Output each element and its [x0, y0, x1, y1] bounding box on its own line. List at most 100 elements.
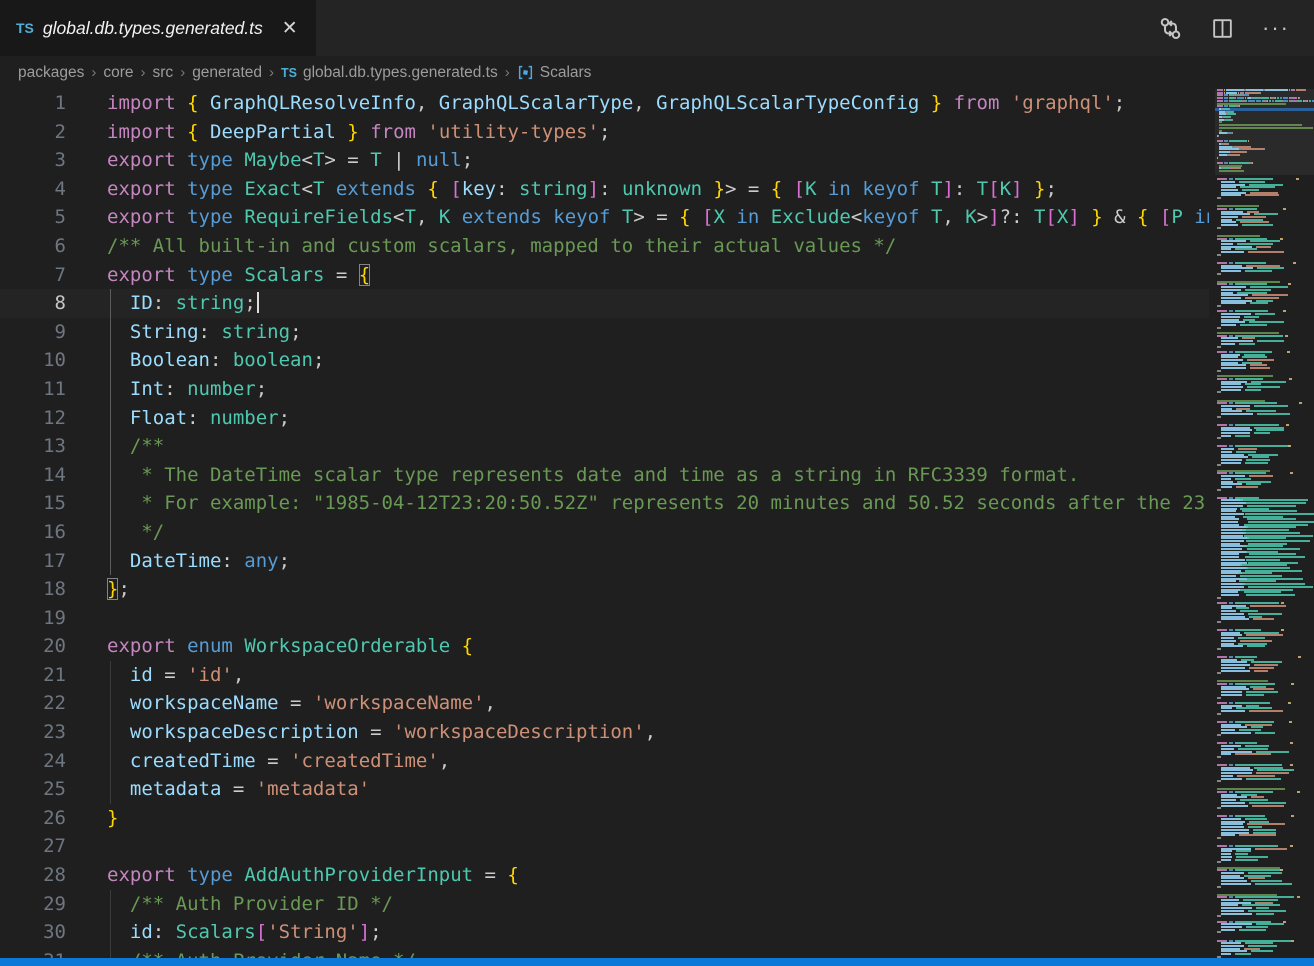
code-line[interactable]: 7export type Scalars = { [0, 261, 1209, 290]
code-token: > [977, 206, 988, 228]
close-icon[interactable]: ✕ [282, 19, 298, 38]
code-line[interactable]: 24 createdTime = 'createdTime', [0, 747, 1209, 776]
code-token: ] [1068, 206, 1079, 228]
code-line[interactable]: 13 /** [0, 432, 1209, 461]
code-line[interactable]: 14 * The DateTime scalar type represents… [0, 461, 1209, 490]
code-line[interactable]: 18}; [0, 575, 1209, 604]
code-token: workspaceDescription [130, 721, 359, 743]
breadcrumb-label: core [103, 64, 133, 82]
code-token: [ [988, 178, 999, 200]
code-text: }; [107, 575, 130, 604]
chevron-right-icon: › [505, 64, 510, 81]
code-line[interactable]: 9 String: string; [0, 318, 1209, 347]
code-token: : [599, 178, 622, 200]
code-token: /** [130, 435, 164, 457]
code-text: workspaceName = 'workspaceName', [107, 689, 496, 718]
symbol-type-icon [517, 64, 534, 81]
chevron-right-icon: › [141, 64, 146, 81]
code-line[interactable]: 2import { DeepPartial } from 'utility-ty… [0, 118, 1209, 147]
code-line[interactable]: 17 DateTime: any; [0, 547, 1209, 576]
code-text: Int: number; [107, 375, 267, 404]
code-line[interactable]: 22 workspaceName = 'workspaceName', [0, 689, 1209, 718]
tab-bar: TS global.db.types.generated.ts ✕ [0, 0, 1314, 56]
code-token: ; [244, 292, 255, 314]
code-line[interactable]: 21 id = 'id', [0, 661, 1209, 690]
more-actions-icon[interactable]: ··· [1262, 23, 1290, 33]
code-text: Boolean: boolean; [107, 346, 324, 375]
line-number: 10 [0, 346, 66, 375]
code-token: type [187, 178, 233, 200]
code-token: K [439, 206, 450, 228]
compare-changes-icon[interactable] [1158, 16, 1183, 41]
code-token: string [221, 321, 290, 343]
code-line[interactable]: 28export type AddAuthProviderInput = { [0, 861, 1209, 890]
code-line[interactable]: 29 /** Auth Provider ID */ [0, 890, 1209, 919]
code-token [199, 121, 210, 143]
code-token [942, 92, 953, 114]
breadcrumb-item-core[interactable]: core [103, 64, 133, 82]
code-token [233, 149, 244, 171]
minimap[interactable] [1215, 89, 1314, 966]
code-token: } [1034, 178, 1045, 200]
code-token: createdTime [130, 750, 256, 772]
code-line[interactable]: 15 * For example: "1985-04-12T23:20:50.5… [0, 489, 1209, 518]
code-token: { [462, 635, 473, 657]
code-line[interactable]: 20export enum WorkspaceOrderable { [0, 632, 1209, 661]
code-token: enum [187, 635, 233, 657]
indent-guide [110, 661, 111, 690]
code-token: , [942, 206, 965, 228]
code-line[interactable]: 11 Int: number; [0, 375, 1209, 404]
vscode-window: TS global.db.types.generated.ts ✕ [0, 0, 1314, 966]
code-line[interactable]: 3export type Maybe<T> = T | null; [0, 146, 1209, 175]
indent-guide [110, 432, 111, 461]
breadcrumb-item-packages[interactable]: packages [18, 64, 84, 82]
code-token: ; [118, 578, 129, 600]
code-text: /** All built-in and custom scalars, map… [107, 232, 896, 261]
code-token: < [302, 178, 313, 200]
code-token [233, 178, 244, 200]
breadcrumb-item-src[interactable]: src [153, 64, 174, 82]
indent-guide [110, 289, 111, 318]
code-text: } [107, 804, 118, 833]
code-token: id [130, 664, 153, 686]
code-token: , [233, 664, 244, 686]
code-line[interactable]: 19 [0, 604, 1209, 633]
code-line[interactable]: 30 id: Scalars['String']; [0, 918, 1209, 947]
code-token [176, 149, 187, 171]
breadcrumb-label: generated [192, 64, 262, 82]
indent-guide [110, 404, 111, 433]
code-token: < [851, 206, 862, 228]
breadcrumb-item-scalars[interactable]: Scalars [517, 64, 592, 82]
code-editor[interactable]: 1import { GraphQLResolveInfo, GraphQLSca… [0, 89, 1209, 966]
line-number: 3 [0, 146, 66, 175]
split-editor-icon[interactable] [1211, 17, 1234, 40]
indent-guide [110, 461, 111, 490]
breadcrumb-item-global-db-types-generated-ts[interactable]: TSglobal.db.types.generated.ts [281, 64, 498, 82]
code-line[interactable]: 27 [0, 832, 1209, 861]
code-line[interactable]: 16 */ [0, 518, 1209, 547]
code-line[interactable]: 5export type RequireFields<T, K extends … [0, 203, 1209, 232]
code-line[interactable]: 6/** All built-in and custom scalars, ma… [0, 232, 1209, 261]
code-token: 'utility-types' [427, 121, 599, 143]
code-token: export [107, 864, 176, 886]
code-token: key [462, 178, 496, 200]
code-token [691, 206, 702, 228]
code-line[interactable]: 8 ID: string; [0, 289, 1209, 318]
tab-global-db-types[interactable]: TS global.db.types.generated.ts ✕ [0, 0, 316, 56]
code-token: : [153, 921, 176, 943]
indent-guide [110, 918, 111, 947]
code-line[interactable]: 23 workspaceDescription = 'workspaceDesc… [0, 718, 1209, 747]
breadcrumb-item-generated[interactable]: generated [192, 64, 262, 82]
code-token [233, 864, 244, 886]
code-line[interactable]: 4export type Exact<T extends { [key: str… [0, 175, 1209, 204]
code-text: export type AddAuthProviderInput = { [107, 861, 519, 890]
code-token: any [244, 550, 278, 572]
code-line[interactable]: 1import { GraphQLResolveInfo, GraphQLSca… [0, 89, 1209, 118]
code-line[interactable]: 26} [0, 804, 1209, 833]
indent-guide [110, 489, 111, 518]
code-line[interactable]: 10 Boolean: boolean; [0, 346, 1209, 375]
code-token: X [1057, 206, 1068, 228]
code-line[interactable]: 25 metadata = 'metadata' [0, 775, 1209, 804]
code-line[interactable]: 12 Float: number; [0, 404, 1209, 433]
code-token: Scalars [176, 921, 256, 943]
